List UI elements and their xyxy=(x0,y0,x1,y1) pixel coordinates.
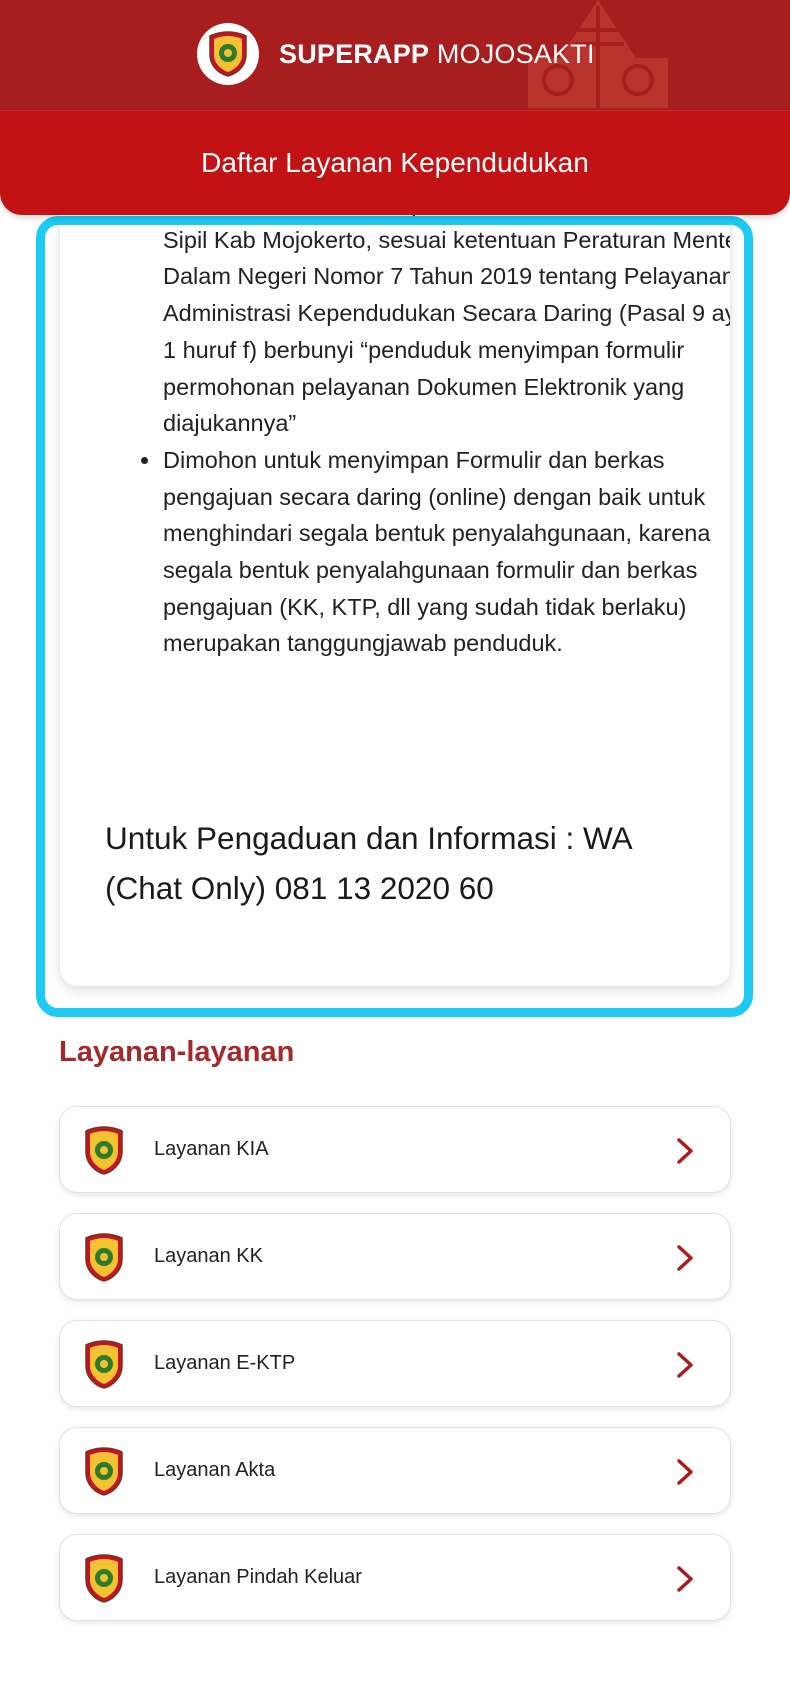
chevron-right-icon xyxy=(677,1352,693,1378)
service-item-kk[interactable]: Layanan KK xyxy=(59,1213,731,1300)
service-label: Layanan Akta xyxy=(154,1459,276,1481)
service-label: Layanan E-KTP xyxy=(154,1352,296,1374)
highlight-frame xyxy=(36,216,753,1017)
mojokerto-emblem-icon xyxy=(85,1233,123,1282)
service-item-ektp[interactable]: Layanan E-KTP xyxy=(59,1320,731,1407)
mojokerto-emblem-icon xyxy=(85,1126,123,1175)
chevron-right-icon xyxy=(677,1566,693,1592)
mojokerto-emblem-icon xyxy=(85,1554,123,1603)
services-section-title: Layanan-layanan xyxy=(59,1036,295,1068)
page-title-bar: Daftar Layanan Kependudukan xyxy=(0,111,790,215)
chevron-right-icon xyxy=(677,1138,693,1164)
mojokerto-emblem-icon xyxy=(85,1447,123,1496)
brand: SUPERAPP MOJOSAKTI xyxy=(197,23,595,85)
chevron-right-icon xyxy=(677,1459,693,1485)
page-title: Daftar Layanan Kependudukan xyxy=(201,147,589,178)
service-item-pindah-keluar[interactable]: Layanan Pindah Keluar xyxy=(59,1534,731,1621)
mojokerto-emblem-icon xyxy=(85,1340,123,1389)
chevron-right-icon xyxy=(677,1245,693,1271)
app-name: SUPERAPP MOJOSAKTI xyxy=(279,38,595,69)
service-label: Layanan Pindah Keluar xyxy=(154,1566,362,1588)
app-header: SUPERAPP MOJOSAKTI xyxy=(0,0,790,111)
mojokerto-emblem-icon xyxy=(197,23,259,85)
service-label: Layanan KK xyxy=(154,1245,263,1267)
service-item-akta[interactable]: Layanan Akta xyxy=(59,1427,731,1514)
service-label: Layanan KIA xyxy=(154,1138,269,1160)
service-item-kia[interactable]: Layanan KIA xyxy=(59,1106,731,1193)
